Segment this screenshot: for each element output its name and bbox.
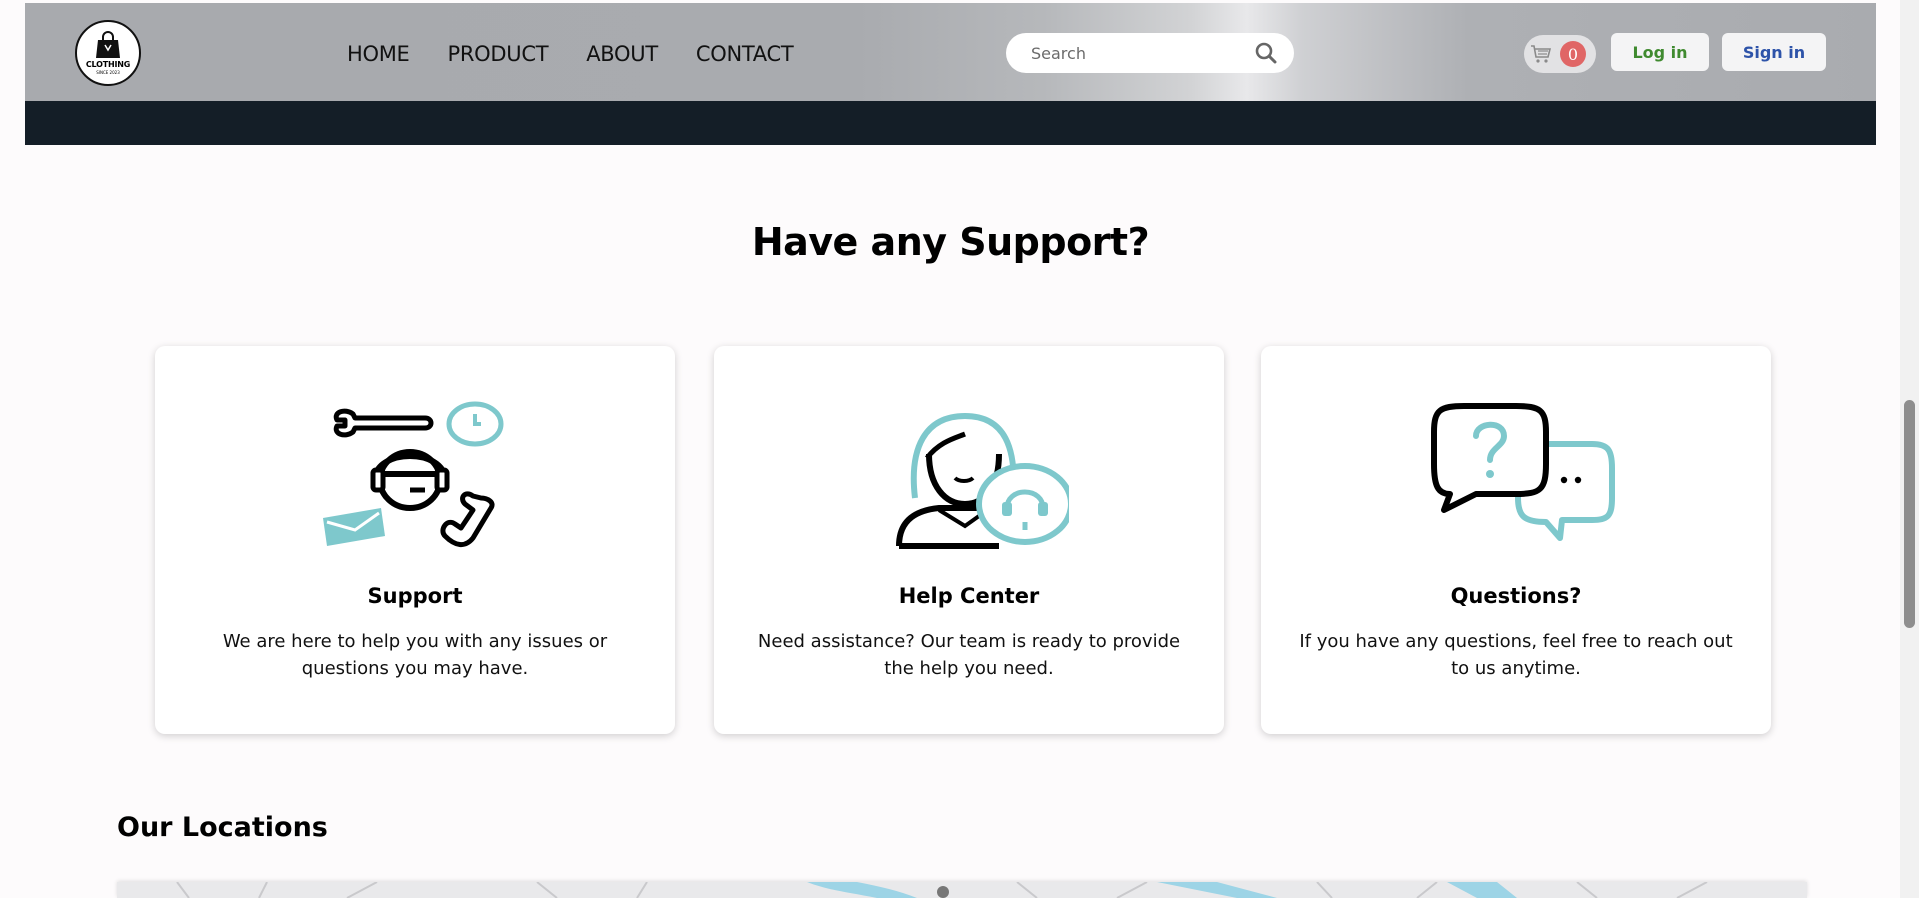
nav-contact[interactable]: CONTACT [696,42,794,66]
nav-product[interactable]: PRODUCT [448,42,549,66]
page-scrollbar[interactable] [1900,0,1919,898]
support-heading: Have any Support? [751,220,1150,264]
search-input[interactable] [1031,43,1254,63]
logo-text: CLOTHING [85,60,131,69]
logo-subtext: SINCE 2023 [96,70,120,75]
help-center-card: Help Center Need assistance? Our team is… [714,346,1224,734]
shopping-bag-icon [96,31,120,58]
main-nav: HOME PRODUCT ABOUT CONTACT [347,42,794,66]
cart-icon [1531,45,1552,63]
card-description: Need assistance? Our team is ready to pr… [757,631,1181,679]
questions-card: Questions? If you have any questions, fe… [1261,346,1771,734]
question-chat-icon [1431,403,1615,541]
support-tools-icon [323,401,504,547]
cart-count-badge: 0 [1560,41,1586,67]
search-box [1006,33,1294,73]
nav-about[interactable]: ABOUT [586,42,658,66]
help-center-agent-icon [896,412,1069,549]
scrollbar-thumb[interactable] [1904,400,1915,628]
card-description: We are here to help you with any issues … [222,631,608,679]
card-title: Help Center [898,584,1040,608]
brand-logo[interactable]: CLOTHING SINCE 2023 [75,20,141,86]
signin-button[interactable]: Sign in [1722,33,1826,71]
card-title: Questions? [1450,584,1582,608]
nav-home[interactable]: HOME [347,42,410,66]
map-tiles [117,882,1807,898]
navbar: CLOTHING SINCE 2023 HOME PRODUCT ABOUT C… [25,3,1876,101]
hero-band [25,101,1876,145]
search-icon[interactable] [1254,41,1278,65]
card-title: Support [367,584,463,608]
locations-heading: Our Locations [117,812,328,843]
cart-button[interactable]: 0 [1524,35,1596,73]
locations-map[interactable] [117,882,1807,898]
login-button[interactable]: Log in [1611,33,1709,71]
card-description: If you have any questions, feel free to … [1299,631,1733,679]
support-card: Support We are here to help you with any… [155,346,675,734]
page: CLOTHING SINCE 2023 HOME PRODUCT ABOUT C… [25,0,1876,898]
